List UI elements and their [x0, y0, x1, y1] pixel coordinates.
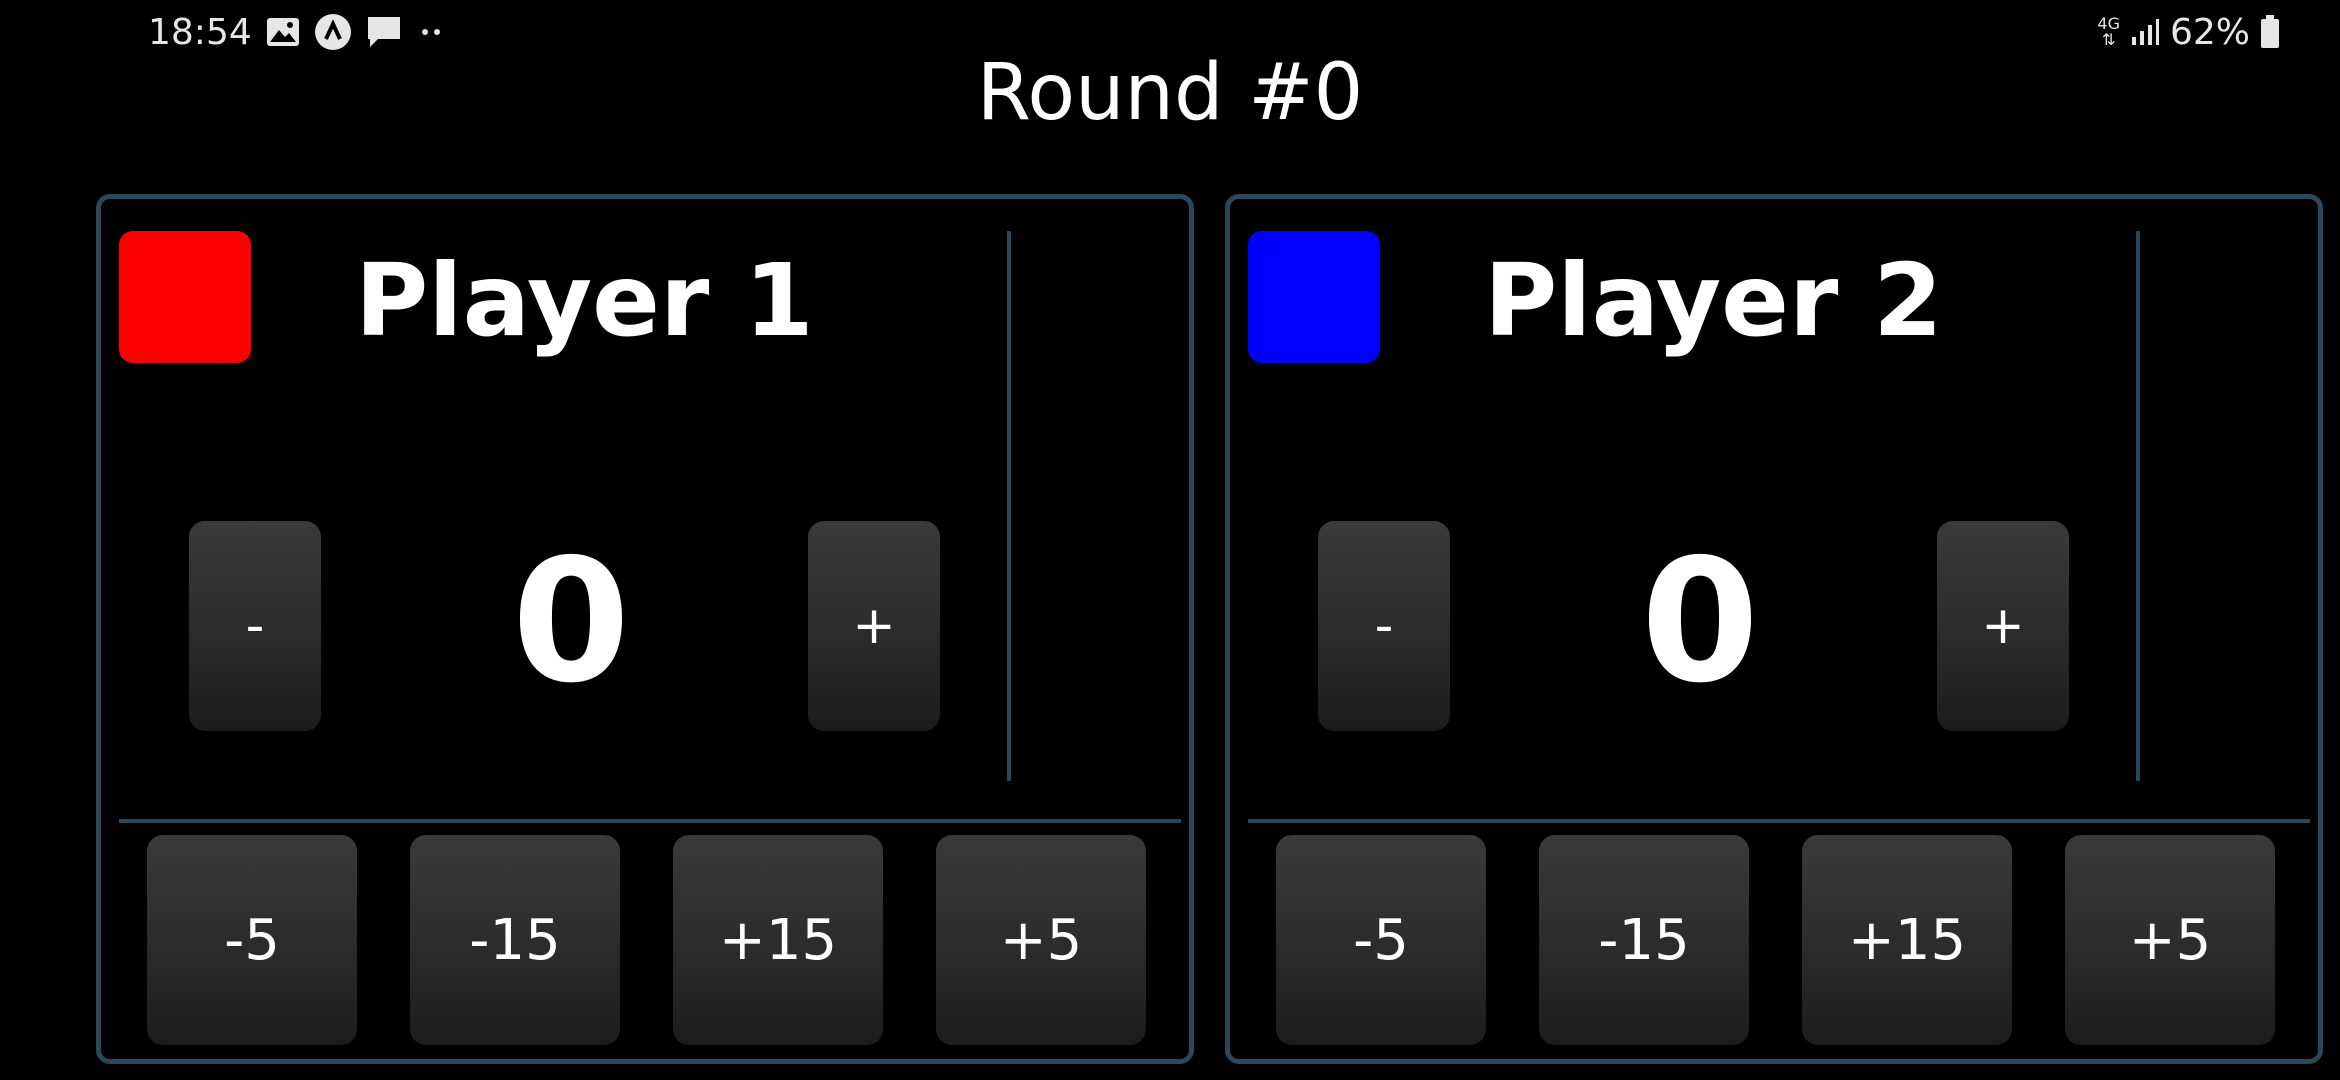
data-arrows-icon: ⇅	[2101, 30, 2116, 49]
scoreboard-screen: 18:54 4G ⇅ 62% Round #0 Player 1 - 0 + -…	[0, 0, 2340, 1080]
battery-percent: 62%	[2169, 11, 2250, 53]
player-1-minus-5-button[interactable]: -5	[147, 835, 357, 1045]
player-1-plus-15-button[interactable]: +15	[673, 835, 883, 1045]
player-2-name[interactable]: Player 2	[1484, 241, 1943, 361]
player-2-color-swatch[interactable]	[1248, 231, 1380, 363]
horizontal-divider	[1248, 819, 2310, 823]
player-1-plus-5-button[interactable]: +5	[936, 835, 1146, 1045]
message-icon	[366, 15, 402, 49]
gallery-icon	[266, 17, 300, 47]
round-title: Round #0	[976, 48, 1364, 138]
player-2-panel: Player 2 - 0 + -5 -15 +15 +5	[1225, 194, 2323, 1064]
signal-icon	[2130, 17, 2160, 47]
player-2-score: 0	[1640, 523, 1760, 721]
app-notification-icon	[314, 13, 352, 51]
more-dots-icon	[416, 22, 446, 42]
player-1-minus-15-button[interactable]: -15	[410, 835, 620, 1045]
player-1-color-swatch[interactable]	[119, 231, 251, 363]
player-1-score: 0	[511, 523, 631, 721]
player-1-name[interactable]: Player 1	[355, 241, 814, 361]
player-1-panel: Player 1 - 0 + -5 -15 +15 +5	[96, 194, 1194, 1064]
player-1-decrement-button[interactable]: -	[189, 521, 321, 731]
vertical-divider	[1007, 231, 1011, 781]
network-4g-icon: 4G ⇅	[2097, 16, 2120, 48]
player-2-plus-15-button[interactable]: +15	[1802, 835, 2012, 1045]
battery-icon	[2260, 15, 2280, 49]
player-1-increment-button[interactable]: +	[808, 521, 940, 731]
player-2-increment-button[interactable]: +	[1937, 521, 2069, 731]
player-2-plus-5-button[interactable]: +5	[2065, 835, 2275, 1045]
horizontal-divider	[119, 819, 1181, 823]
player-2-minus-5-button[interactable]: -5	[1276, 835, 1486, 1045]
status-time: 18:54	[148, 11, 252, 53]
player-2-decrement-button[interactable]: -	[1318, 521, 1450, 731]
player-2-minus-15-button[interactable]: -15	[1539, 835, 1749, 1045]
vertical-divider	[2136, 231, 2140, 781]
